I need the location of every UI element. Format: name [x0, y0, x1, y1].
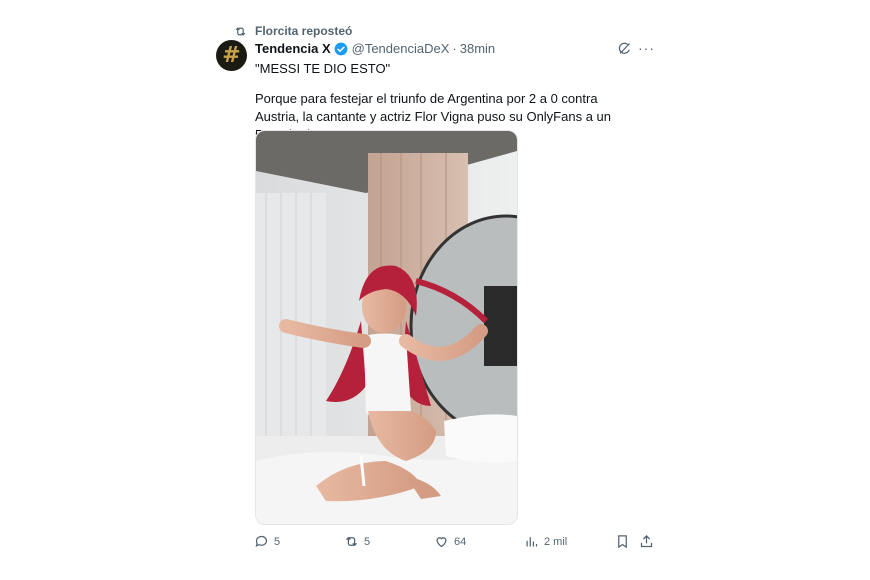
photo-illustration — [256, 131, 517, 524]
bookmark-icon — [618, 535, 627, 549]
tweet-photo[interactable] — [255, 130, 518, 525]
tweet-header: Tendencia X @TendenciaDeX · 38min — [255, 41, 495, 56]
reply-count: 5 — [274, 535, 281, 548]
timestamp[interactable]: 38min — [460, 41, 495, 56]
views-count: 2 mil — [544, 535, 568, 548]
repost-indicator[interactable]: Florcita reposteó — [234, 24, 352, 38]
like-button[interactable]: 64 — [434, 534, 466, 549]
separator-dot: · — [452, 41, 457, 56]
verified-badge-icon — [334, 42, 348, 55]
reply-icon — [255, 535, 268, 548]
author-handle[interactable]: @TendenciaDeX — [352, 41, 450, 56]
repost-label: Florcita reposteó — [255, 24, 353, 38]
like-count: 64 — [454, 535, 467, 548]
grok-icon[interactable] — [617, 41, 632, 56]
views-icon — [526, 537, 538, 547]
tweet-actions: 5 5 64 2 mil — [0, 534, 870, 552]
repost-icon — [235, 26, 246, 36]
tweet-headline: "MESSI TE DIO ESTO" — [255, 61, 391, 76]
views-button[interactable]: 2 mil — [524, 534, 567, 549]
more-options-button[interactable]: ··· — [638, 40, 655, 56]
share-icon — [640, 534, 653, 548]
share-button[interactable] — [639, 534, 654, 549]
reply-button[interactable]: 5 — [254, 534, 280, 549]
author-name[interactable]: Tendencia X — [255, 41, 331, 56]
avatar[interactable]: # — [216, 40, 247, 71]
avatar-glyph: # — [222, 43, 241, 68]
heart-icon — [436, 537, 447, 548]
repost-button[interactable]: 5 — [344, 534, 370, 549]
repost-action-icon — [346, 536, 357, 547]
repost-count: 5 — [364, 535, 371, 548]
bookmark-button[interactable] — [615, 534, 630, 549]
